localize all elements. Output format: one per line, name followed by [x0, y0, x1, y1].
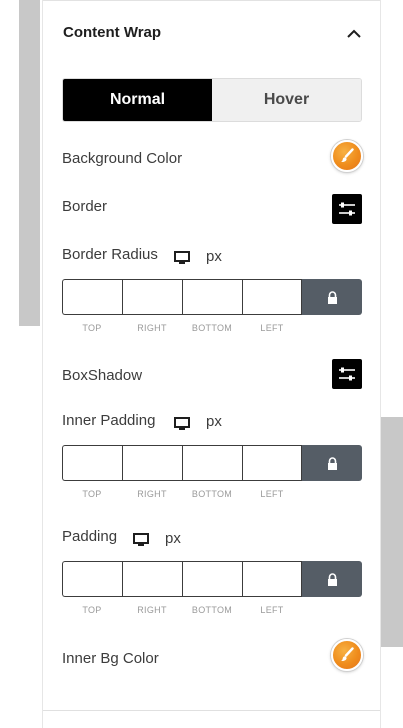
left-scrollbar-thumb[interactable]: [19, 0, 40, 326]
lock-icon: [327, 456, 337, 470]
chevron-up-icon[interactable]: [345, 25, 363, 43]
right-scrollbar-thumb[interactable]: [381, 417, 403, 647]
inner-bg-color-label: Inner Bg Color: [62, 650, 159, 667]
border-radius-link-button[interactable]: [302, 279, 362, 315]
inner-padding-side-labels: TOP RIGHT BOTTOM LEFT: [62, 489, 302, 499]
side-label-left: LEFT: [260, 605, 284, 615]
padding-top-input[interactable]: [62, 561, 122, 597]
side-label-right: RIGHT: [137, 323, 167, 333]
inner-padding-label: Inner Padding: [62, 412, 156, 429]
paintbrush-icon: [341, 647, 354, 661]
side-label-top: TOP: [82, 605, 102, 615]
border-radius-inputs: [62, 279, 362, 315]
box-shadow-settings-button[interactable]: [332, 359, 362, 389]
border-radius-label: Border Radius: [62, 246, 158, 263]
padding-left-input[interactable]: [242, 561, 302, 597]
side-label-bottom: BOTTOM: [191, 323, 233, 333]
panel-divider-top: [43, 0, 380, 1]
inner-padding-bottom-input[interactable]: [182, 445, 242, 481]
state-tabs: Normal Hover: [62, 78, 362, 122]
side-label-bottom: BOTTOM: [191, 489, 233, 499]
lock-icon: [327, 290, 337, 304]
inner-padding-left-input[interactable]: [242, 445, 302, 481]
lock-icon: [327, 572, 337, 586]
inner-padding-inputs: [62, 445, 362, 481]
side-label-bottom: BOTTOM: [191, 605, 233, 615]
padding-right-input[interactable]: [122, 561, 182, 597]
inner-bg-color-picker[interactable]: [331, 639, 363, 671]
border-radius-unit[interactable]: px: [206, 248, 222, 265]
background-color-label: Background Color: [62, 150, 183, 167]
background-color-picker[interactable]: [331, 140, 363, 172]
content-wrap-header[interactable]: Content Wrap: [63, 22, 363, 46]
content-wrap-panel: Content Wrap Normal Hover Background Col…: [42, 0, 381, 728]
padding-bottom-input[interactable]: [182, 561, 242, 597]
tab-hover[interactable]: Hover: [212, 79, 361, 121]
side-label-right: RIGHT: [137, 489, 167, 499]
box-shadow-label: BoxShadow: [62, 367, 143, 384]
panel-divider-bottom: [43, 710, 380, 711]
border-radius-bottom-input[interactable]: [182, 279, 242, 315]
sliders-icon: [339, 202, 355, 216]
desktop-icon[interactable]: [174, 417, 190, 431]
inner-padding-unit[interactable]: px: [206, 413, 222, 430]
border-label: Border: [62, 198, 108, 215]
border-radius-side-labels: TOP RIGHT BOTTOM LEFT: [62, 323, 302, 333]
padding-link-button[interactable]: [302, 561, 362, 597]
side-label-right: RIGHT: [137, 605, 167, 615]
padding-label: Padding: [62, 528, 118, 545]
border-radius-right-input[interactable]: [122, 279, 182, 315]
border-radius-top-input[interactable]: [62, 279, 122, 315]
padding-side-labels: TOP RIGHT BOTTOM LEFT: [62, 605, 302, 615]
tab-normal[interactable]: Normal: [63, 79, 212, 121]
desktop-icon[interactable]: [133, 533, 149, 547]
inner-padding-right-input[interactable]: [122, 445, 182, 481]
inner-padding-top-input[interactable]: [62, 445, 122, 481]
desktop-icon[interactable]: [174, 251, 190, 265]
side-label-left: LEFT: [260, 323, 284, 333]
side-label-top: TOP: [82, 489, 102, 499]
section-title: Content Wrap: [63, 24, 162, 41]
border-settings-button[interactable]: [332, 194, 362, 224]
border-radius-left-input[interactable]: [242, 279, 302, 315]
paintbrush-icon: [341, 148, 354, 162]
inner-padding-link-button[interactable]: [302, 445, 362, 481]
side-label-top: TOP: [82, 323, 102, 333]
padding-unit[interactable]: px: [165, 530, 181, 547]
sliders-icon: [339, 367, 355, 381]
padding-inputs: [62, 561, 362, 597]
side-label-left: LEFT: [260, 489, 284, 499]
